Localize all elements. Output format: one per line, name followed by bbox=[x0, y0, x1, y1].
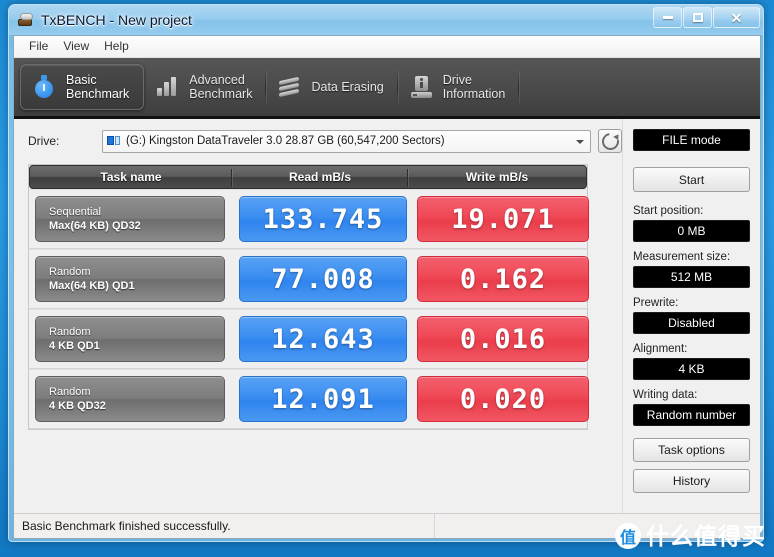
column-header-write: Write mB/s bbox=[465, 170, 529, 184]
task-line-2: Max(64 KB) QD32 bbox=[49, 220, 141, 232]
measurement-size-value[interactable]: 512 MB bbox=[633, 266, 750, 288]
client-area: File View Help Basic Benchmark Advanced … bbox=[13, 35, 761, 539]
maximize-button[interactable] bbox=[683, 7, 712, 28]
drive-icon bbox=[107, 135, 121, 147]
results-table: Task name Read mB/s Write mB/s Sequentia… bbox=[28, 164, 589, 430]
history-button[interactable]: History bbox=[633, 469, 750, 493]
application-window: TxBENCH - New project ✕ File View Help B… bbox=[8, 4, 764, 542]
writing-data-label: Writing data: bbox=[633, 389, 698, 401]
close-icon: ✕ bbox=[730, 9, 743, 26]
menu-item-view[interactable]: View bbox=[57, 37, 98, 56]
drive-row: Drive: (G:) Kingston DataTraveler 3.0 28… bbox=[28, 129, 622, 153]
start-position-label: Start position: bbox=[633, 205, 704, 217]
writing-data-value[interactable]: Random number bbox=[633, 404, 750, 426]
table-row: Random Max(64 KB) QD1 77.008 0.162 bbox=[29, 249, 589, 309]
task-name-cell: Random 4 KB QD1 bbox=[35, 316, 225, 362]
settings-sidebar: FILE mode Start Start position: 0 MB Mea… bbox=[622, 119, 760, 513]
task-name-cell: Sequential Max(64 KB) QD32 bbox=[35, 196, 225, 242]
drive-selected-value: (G:) Kingston DataTraveler 3.0 28.87 GB … bbox=[126, 135, 445, 147]
start-button[interactable]: Start bbox=[633, 167, 750, 192]
prewrite-value[interactable]: Disabled bbox=[633, 312, 750, 334]
write-value-cell: 0.020 bbox=[417, 376, 589, 422]
tab-advanced-benchmark-label: Advanced Benchmark bbox=[189, 73, 253, 101]
close-button[interactable]: ✕ bbox=[713, 7, 760, 28]
stopwatch-icon bbox=[31, 74, 57, 100]
tab-strip: Basic Benchmark Advanced Benchmark Data … bbox=[14, 58, 760, 119]
window-title: TxBENCH - New project bbox=[41, 12, 192, 28]
write-value-cell: 19.071 bbox=[417, 196, 589, 242]
measurement-size-label: Measurement size: bbox=[633, 251, 731, 263]
table-row: Random 4 KB QD32 12.091 0.020 bbox=[29, 369, 589, 429]
left-pane: Drive: (G:) Kingston DataTraveler 3.0 28… bbox=[14, 119, 622, 513]
write-value-cell: 0.162 bbox=[417, 256, 589, 302]
maximize-icon bbox=[692, 13, 703, 22]
table-row: Random 4 KB QD1 12.643 0.016 bbox=[29, 309, 589, 369]
tab-advanced-benchmark[interactable]: Advanced Benchmark bbox=[144, 64, 267, 110]
alignment-label: Alignment: bbox=[633, 343, 688, 355]
menu-item-help[interactable]: Help bbox=[98, 37, 138, 56]
write-value-cell: 0.016 bbox=[417, 316, 589, 362]
start-position-value[interactable]: 0 MB bbox=[633, 220, 750, 242]
column-header-task-name: Task name bbox=[30, 166, 232, 188]
task-line-1: Random bbox=[49, 266, 91, 278]
tab-basic-benchmark[interactable]: Basic Benchmark bbox=[20, 64, 145, 110]
task-line-2: 4 KB QD32 bbox=[49, 400, 106, 412]
erase-icon bbox=[276, 74, 302, 100]
tab-drive-information-label: Drive Information bbox=[442, 73, 506, 101]
task-line-1: Sequential bbox=[49, 206, 101, 218]
menu-bar: File View Help bbox=[14, 36, 760, 58]
task-line-1: Random bbox=[49, 326, 91, 338]
tab-data-erasing[interactable]: Data Erasing bbox=[266, 64, 398, 110]
watermark: 值 什么值得买 bbox=[615, 523, 766, 549]
main-body: Drive: (G:) Kingston DataTraveler 3.0 28… bbox=[14, 119, 760, 513]
window-controls: ✕ bbox=[652, 7, 760, 28]
task-options-button[interactable]: Task options bbox=[633, 438, 750, 462]
chevron-down-icon bbox=[576, 139, 584, 144]
task-line-2: 4 KB QD1 bbox=[49, 340, 100, 352]
drive-label: Drive: bbox=[28, 134, 60, 148]
task-name-cell: Random Max(64 KB) QD1 bbox=[35, 256, 225, 302]
refresh-button[interactable] bbox=[598, 129, 622, 153]
alignment-value[interactable]: 4 KB bbox=[633, 358, 750, 380]
menu-item-file[interactable]: File bbox=[23, 37, 57, 56]
prewrite-label: Prewrite: bbox=[633, 297, 679, 309]
task-name-cell: Random 4 KB QD32 bbox=[35, 376, 225, 422]
task-line-1: Random bbox=[49, 386, 91, 398]
tab-drive-information[interactable]: Drive Information bbox=[398, 64, 520, 110]
watermark-logo: 值 bbox=[615, 523, 641, 549]
title-bar: TxBENCH - New project ✕ bbox=[9, 5, 763, 35]
read-value-cell: 12.643 bbox=[239, 316, 407, 362]
column-header-read: Read mB/s bbox=[232, 166, 408, 188]
minimize-icon bbox=[662, 16, 673, 19]
status-divider bbox=[434, 514, 435, 538]
tab-basic-benchmark-label: Basic Benchmark bbox=[66, 73, 130, 101]
table-row: Sequential Max(64 KB) QD32 133.745 19.07… bbox=[29, 189, 589, 249]
file-mode-field[interactable]: FILE mode bbox=[633, 129, 750, 151]
read-value-cell: 12.091 bbox=[239, 376, 407, 422]
read-value-cell: 77.008 bbox=[239, 256, 407, 302]
refresh-icon bbox=[598, 129, 622, 153]
tab-data-erasing-label: Data Erasing bbox=[311, 80, 384, 94]
minimize-button[interactable] bbox=[653, 7, 682, 28]
task-line-2: Max(64 KB) QD1 bbox=[49, 280, 135, 292]
app-icon bbox=[17, 12, 35, 28]
read-value-cell: 133.745 bbox=[239, 196, 407, 242]
table-header-row: Task name Read mB/s Write mB/s bbox=[29, 165, 587, 189]
drive-info-icon bbox=[408, 74, 434, 100]
bar-chart-icon bbox=[154, 74, 180, 100]
status-message: Basic Benchmark finished successfully. bbox=[22, 519, 231, 533]
drive-select[interactable]: (G:) Kingston DataTraveler 3.0 28.87 GB … bbox=[102, 129, 591, 153]
watermark-text: 什么值得买 bbox=[646, 523, 766, 549]
